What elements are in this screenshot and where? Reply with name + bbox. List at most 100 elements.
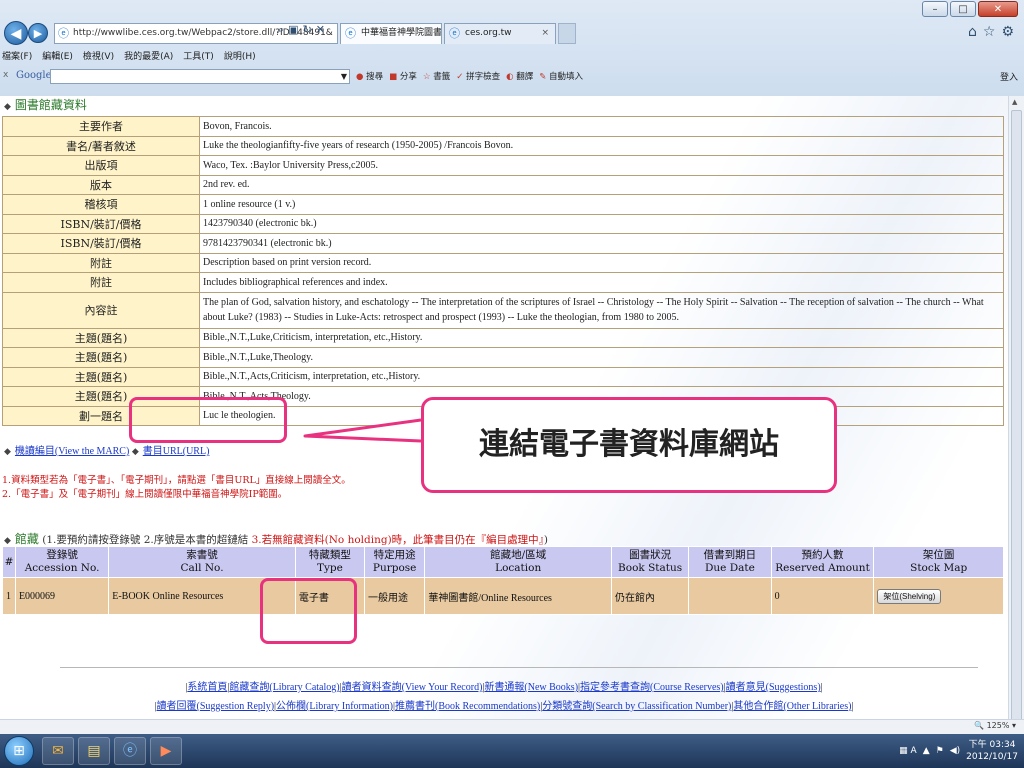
google-bookmarks-button[interactable]: ☆ 書籤 xyxy=(423,70,450,82)
translate-button[interactable]: ◐ 翻譯 xyxy=(506,70,533,82)
holdings-cell-status: 仍在館內 xyxy=(611,577,690,615)
bib-field-value: Luke the theologianfifty-five years of r… xyxy=(199,135,1004,156)
bib-field-label: 主題(題名) xyxy=(2,366,200,387)
footer-link[interactable]: 讀者意見(Suggestions) xyxy=(726,682,821,693)
highlight-type-box xyxy=(260,578,357,644)
scroll-up-icon[interactable]: ▲ xyxy=(1012,98,1017,106)
bullet-icon: ◆ xyxy=(4,536,11,546)
menu-tools[interactable]: 工具(T) xyxy=(183,50,214,64)
book-url-link[interactable]: 書目URL(URL) xyxy=(143,446,210,457)
powerpoint-taskbar-icon[interactable]: ▶ xyxy=(150,737,182,765)
footer-link[interactable]: 分類號查詢(Search by Classification Number) xyxy=(542,701,731,712)
google-search-button[interactable]: ● 搜尋 xyxy=(356,70,383,82)
close-window-button[interactable]: ✕ xyxy=(978,1,1018,17)
footer-link[interactable]: 推薦書刊(Book Recommendations) xyxy=(395,701,540,712)
back-button[interactable]: ◀ xyxy=(4,21,28,45)
footer-link[interactable]: 讀者資料查詢(View Your Record) xyxy=(342,682,483,693)
explorer-folder-icon[interactable]: ▤ xyxy=(78,737,110,765)
holdings-cell-reserved: 0 xyxy=(770,577,875,615)
system-tray: ▦ A ▲ ⚑ ◀) 下午 03:34 2012/10/17 xyxy=(899,737,1018,765)
footer-link[interactable]: 讀者回覆(Suggestion Reply) xyxy=(157,701,275,712)
minimize-button[interactable]: – xyxy=(922,1,948,17)
holdings-header: 架位圖 Stock Map xyxy=(873,546,1004,578)
menu-view[interactable]: 檢視(V) xyxy=(83,50,114,64)
close-tab-icon[interactable]: × xyxy=(541,24,549,43)
close-toolbar-icon[interactable]: x xyxy=(3,70,8,80)
bib-field-label: 出版項 xyxy=(2,155,200,176)
clock[interactable]: 下午 03:34 2012/10/17 xyxy=(966,739,1018,763)
holdings-cell-num[interactable]: 1 xyxy=(2,577,16,615)
refresh-icon[interactable]: ↻ xyxy=(303,23,312,37)
maximize-button[interactable]: □ xyxy=(950,1,976,17)
menu-file[interactable]: 檔案(F) xyxy=(2,50,32,64)
bib-row: 出版項 Waco, Tex. :Baylor University Press,c… xyxy=(2,155,1004,176)
bib-field-value: 1423790340 (electronic bk.) xyxy=(199,213,1004,234)
vertical-scrollbar[interactable]: ▲ ▼ xyxy=(1008,96,1024,736)
tab-ces[interactable]: ⓔ ces.org.tw × xyxy=(444,23,556,44)
footer-link[interactable]: 其他合作館(Other Libraries) xyxy=(733,701,851,712)
menu-edit[interactable]: 編輯(E) xyxy=(42,50,73,64)
holdings-header: 圖書狀況 Book Status xyxy=(611,546,690,578)
footer-link[interactable]: 系統首頁 xyxy=(187,682,227,693)
login-link[interactable]: 登入 xyxy=(1000,70,1018,83)
volume-icon[interactable]: ◀) xyxy=(950,746,960,756)
bib-row: 主題(題名) Bible.,N.T.,Luke,Criticism, interp… xyxy=(2,327,1004,348)
bullet-icon: ◆ xyxy=(131,446,139,456)
zoom-level[interactable]: 🔍 125% ▾ xyxy=(974,721,1016,730)
holdings-cell-accession[interactable]: E000069 xyxy=(14,577,110,615)
bib-field-value: Bible.,N.T.,Acts,Criticism, interpretati… xyxy=(199,366,1004,387)
footer-link[interactable]: 公佈欄(Library Information) xyxy=(276,701,393,712)
footer-link[interactable]: 指定參考書查詢(Course Reserves) xyxy=(580,682,724,693)
ime-icon[interactable]: ▦ A xyxy=(899,746,917,756)
outlook-taskbar-icon[interactable]: ✉ xyxy=(42,737,74,765)
autofill-button[interactable]: ✎ 自動填入 xyxy=(539,70,583,82)
bib-row: 內容註 The plan of God, salvation history, a… xyxy=(2,291,1004,329)
shelving-button[interactable]: 架位(Shelving) xyxy=(877,588,942,604)
record-links: ◆ 機讀編目(View the MARC) ◆ 書目URL(URL) xyxy=(4,442,209,457)
address-tools: ⌕ ▣ ↻ ✕ xyxy=(278,23,325,37)
bib-row: 主題(題名) Bible.,N.T.,Acts,Criticism, interp… xyxy=(2,366,1004,387)
forward-button[interactable]: ▶ xyxy=(28,23,48,43)
network-icon[interactable]: ▲ xyxy=(923,746,930,756)
bib-field-value: Description based on print version recor… xyxy=(199,252,1004,273)
new-tab-button[interactable] xyxy=(558,23,576,44)
search-icon[interactable]: ⌕ xyxy=(278,23,284,37)
stop-icon[interactable]: ✕ xyxy=(316,23,325,37)
menu-help[interactable]: 說明(H) xyxy=(224,50,256,64)
bib-field-value: Waco, Tex. :Baylor University Press,c200… xyxy=(199,155,1004,176)
browser-right-icons: ⌂ ☆ ⚙ xyxy=(968,24,1014,40)
windows-start-button[interactable]: ⊞ xyxy=(4,736,34,766)
footer-link[interactable]: 館藏查詢(Library Catalog) xyxy=(229,682,339,693)
gear-icon[interactable]: ⚙ xyxy=(1001,24,1014,40)
holdings-header: 借書到期日 Due Date xyxy=(688,546,772,578)
bib-row: 主要作者 Bovon, Francois. xyxy=(2,116,1004,137)
google-search-input[interactable]: ▼ xyxy=(50,69,350,84)
bib-row: 主題(題名) Bible.,N.T.,Luke,Theology. xyxy=(2,347,1004,368)
bib-field-value: 2nd rev. ed. xyxy=(199,174,1004,195)
menu-favorites[interactable]: 我的最愛(A) xyxy=(124,50,173,64)
scroll-thumb[interactable] xyxy=(1011,110,1022,722)
callout-box: 連結電子書資料庫網站 xyxy=(421,397,837,493)
holdings-cell-purpose: 一般用途 xyxy=(363,577,426,615)
note-line: 1.資料類型若為「電子書」、「電子期刊」，請點選「書目URL」直接線上閱讀全文。 xyxy=(2,475,351,486)
google-share-button[interactable]: ■ 分享 xyxy=(389,70,417,82)
flag-icon[interactable]: ⚑ xyxy=(936,746,944,756)
home-icon[interactable]: ⌂ xyxy=(968,24,977,40)
view-marc-link[interactable]: 機讀編目(View the MARC) xyxy=(15,446,129,457)
favorites-star-icon[interactable]: ☆ xyxy=(983,24,996,40)
ie-taskbar-icon[interactable]: ⓔ xyxy=(114,737,146,765)
bib-row: 版本 2nd rev. ed. xyxy=(2,174,1004,195)
footer-link[interactable]: 新書通報(New Books) xyxy=(484,682,578,693)
chevron-down-icon[interactable]: ▼ xyxy=(341,70,347,83)
spellcheck-button[interactable]: ✓ 拼字檢查 xyxy=(456,70,500,82)
holdings-header: 館藏地/區域 Location xyxy=(424,546,613,578)
callout-text: 連結電子書資料庫網站 xyxy=(479,427,779,462)
bib-field-value: Includes bibliographical references and … xyxy=(199,272,1004,293)
tab-library[interactable]: ⓔ 中華福音神學院圖書館 xyxy=(340,23,442,44)
compat-view-icon[interactable]: ▣ xyxy=(288,23,298,37)
menu-bar: 檔案(F) 編輯(E) 檢視(V) 我的最愛(A) 工具(T) 說明(H) xyxy=(0,50,256,64)
navigation-row: ◀ ▶ ⓔ http://wwwlibe.ces.org.tw/Webpac2/… xyxy=(0,20,1024,48)
holdings-header: 登錄號 Accession No. xyxy=(14,546,110,578)
bib-row: 附註 Description based on print version rec… xyxy=(2,252,1004,273)
note-line: 2.「電子書」及「電子期刊」線上閱讀僅限中華福音神學院IP範圍。 xyxy=(2,489,288,500)
